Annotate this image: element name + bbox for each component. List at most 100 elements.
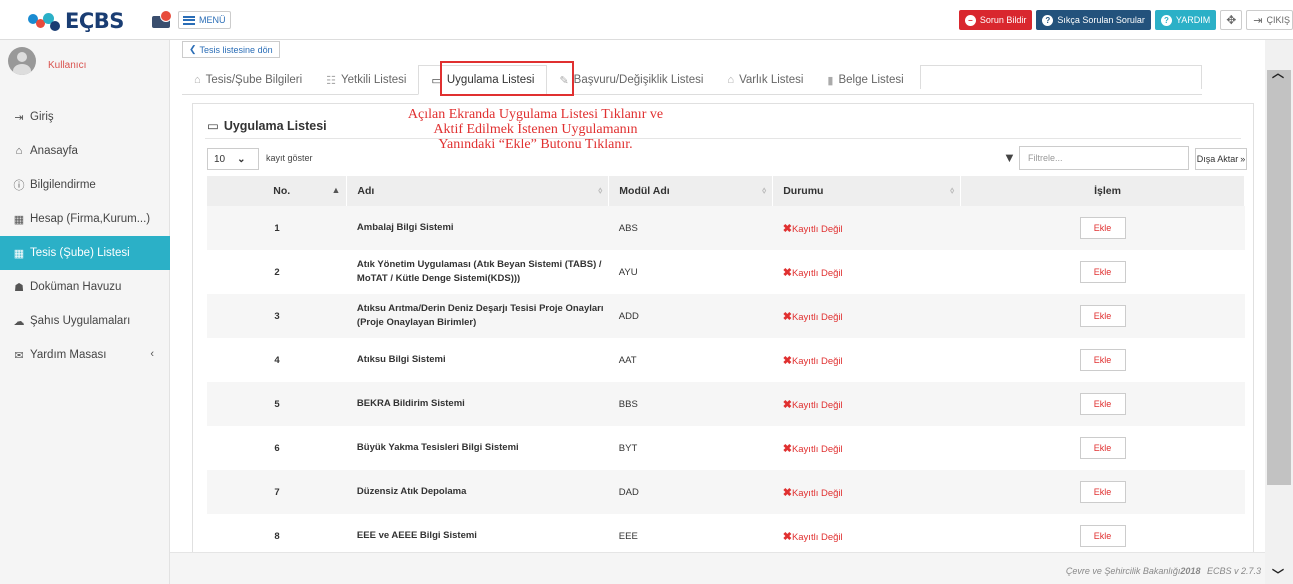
top-actions: − Sorun Bildir ? Sıkça Sorulan Sorular ?… bbox=[958, 10, 1293, 30]
status-text: Kayıtlı Değil bbox=[791, 311, 843, 323]
export-button[interactable]: Dışa Aktar » bbox=[1195, 148, 1247, 170]
notification-badge bbox=[160, 10, 172, 22]
laptop-icon: ▭ bbox=[207, 119, 219, 133]
column-header-module[interactable]: Modül Adı ⬨ bbox=[608, 176, 774, 206]
tab-belge-listesi[interactable]: ▮ Belge Listesi bbox=[815, 65, 915, 95]
row-module: ABS bbox=[608, 206, 773, 250]
menu-label: MENÜ bbox=[199, 15, 226, 25]
faq-button[interactable]: ? Sıkça Sorulan Sorular bbox=[1036, 10, 1151, 30]
chevron-left-icon: ‹ bbox=[150, 348, 154, 360]
status-text: Kayıtlı Değil bbox=[791, 443, 843, 455]
logo[interactable]: EÇBS bbox=[28, 9, 124, 33]
home-icon: ⌂ bbox=[15, 145, 23, 157]
row-status: ✖Kayıtlı Değil bbox=[773, 250, 961, 294]
row-name: Büyük Yakma Tesisleri Bilgi Sistemi bbox=[356, 442, 519, 453]
sort-asc-icon: ▲ bbox=[331, 185, 341, 195]
sidebar-item-dokuman-havuzu[interactable]: ☗ Doküman Havuzu bbox=[0, 270, 170, 304]
users-icon: ☷ bbox=[326, 74, 337, 87]
add-button[interactable]: Ekle bbox=[1079, 437, 1126, 459]
sidebar-item-label: Şahıs Uygulamaları bbox=[30, 315, 131, 327]
sidebar-item-yardim-masasi[interactable]: ✉ Yardım Masası ‹ bbox=[0, 338, 170, 372]
x-icon: ✖ bbox=[782, 266, 792, 279]
annotation-line: Yanındaki “Ekle” Butonu Tıklanır. bbox=[438, 137, 633, 152]
divider bbox=[205, 138, 1241, 139]
tab-highlight-box bbox=[440, 61, 574, 96]
tab-varlik-listesi[interactable]: ⌂ Varlık Listesi bbox=[715, 65, 815, 95]
sidebar-item-bilgilendirme[interactable]: ⓘ Bilgilendirme bbox=[0, 168, 170, 202]
sidebar-item-label: Tesis (Şube) Listesi bbox=[30, 247, 130, 259]
x-icon: ✖ bbox=[782, 486, 792, 499]
menu-button[interactable]: MENÜ bbox=[178, 11, 231, 29]
login-icon: ⇥ bbox=[14, 111, 24, 124]
column-header-name[interactable]: Adı ⬨ bbox=[346, 176, 610, 206]
report-issue-button[interactable]: − Sorun Bildir bbox=[958, 10, 1033, 30]
sidebar-item-label: Giriş bbox=[30, 111, 54, 123]
page-length-select[interactable]: 10 ⌄ bbox=[207, 148, 259, 170]
row-number: 2 bbox=[274, 266, 280, 278]
add-button[interactable]: Ekle bbox=[1079, 305, 1126, 327]
annotation-line: Açılan Ekranda Uygulama Listesi Tıklanır… bbox=[407, 107, 664, 122]
sidebar-item-tesis-listesi[interactable]: ▦ Tesis (Şube) Listesi bbox=[0, 236, 170, 270]
x-icon: ✖ bbox=[782, 354, 792, 367]
column-header-label: Durumu bbox=[783, 185, 824, 197]
tab-label: Belge Listesi bbox=[838, 74, 904, 86]
column-header-no[interactable]: No. ▲ bbox=[207, 176, 348, 206]
x-icon: ✖ bbox=[782, 222, 792, 235]
messages-button[interactable] bbox=[152, 10, 174, 30]
users-icon: ☗ bbox=[14, 281, 24, 294]
sidebar-item-label: Anasayfa bbox=[30, 145, 78, 157]
back-label: Tesis listesine dön bbox=[199, 44, 273, 55]
filter-input[interactable]: Filtrele... bbox=[1019, 146, 1189, 170]
sidebar-item-anasayfa[interactable]: ⌂ Anasayfa bbox=[0, 134, 170, 168]
sidebar-item-label: Doküman Havuzu bbox=[30, 281, 122, 293]
chevron-up-icon[interactable]: ︿ bbox=[1269, 64, 1287, 80]
chevron-down-icon[interactable]: ﹀ bbox=[1269, 566, 1287, 582]
top-bar: EÇBS MENÜ − Sorun Bildir ? Sıkça Sorulan… bbox=[0, 0, 1293, 40]
add-button[interactable]: Ekle bbox=[1079, 261, 1126, 283]
tab-tesis-bilgileri[interactable]: ⌂ Tesis/Şube Bilgileri bbox=[182, 65, 314, 95]
row-name: Atık Yönetim Uygulaması (Atık Beyan Sist… bbox=[356, 259, 602, 284]
tab-yetkili-listesi[interactable]: ☷ Yetkili Listesi bbox=[314, 65, 418, 95]
add-button[interactable]: Ekle bbox=[1079, 393, 1126, 415]
status-text: Kayıtlı Değil bbox=[791, 355, 843, 367]
sort-icon: ⬨ bbox=[762, 185, 767, 195]
back-to-list-button[interactable]: ❮ Tesis listesine dön bbox=[182, 41, 280, 58]
status-text: Kayıtlı Değil bbox=[791, 487, 843, 499]
status-text: Kayıtlı Değil bbox=[791, 531, 843, 543]
tab-label: Yetkili Listesi bbox=[341, 74, 407, 86]
logout-button[interactable]: ⇥ ÇIKIŞ bbox=[1246, 10, 1293, 30]
fullscreen-button[interactable]: ✥ bbox=[1220, 10, 1243, 30]
envelope-icon: ✉ bbox=[14, 349, 24, 362]
panel-title-text: Uygulama Listesi bbox=[223, 118, 327, 133]
sidebar-item-giris[interactable]: ⇥ Giriş bbox=[0, 100, 170, 134]
filter-icon: ▼ bbox=[1003, 150, 1016, 165]
x-icon: ✖ bbox=[782, 530, 792, 543]
x-icon: ✖ bbox=[782, 310, 792, 323]
add-button[interactable]: Ekle bbox=[1079, 481, 1126, 503]
page-scrollbar[interactable]: ︿ ﹀ bbox=[1265, 40, 1293, 584]
column-header-status[interactable]: Durumu ⬨ bbox=[772, 176, 962, 206]
add-button[interactable]: Ekle bbox=[1079, 217, 1126, 239]
scrollbar-thumb[interactable] bbox=[1267, 70, 1291, 485]
add-button[interactable]: Ekle bbox=[1079, 525, 1126, 547]
sidebar-item-hesap[interactable]: ▦ Hesap (Firma,Kurum...) bbox=[0, 202, 170, 236]
add-button[interactable]: Ekle bbox=[1079, 349, 1126, 371]
sidebar-item-label: Hesap (Firma,Kurum...) bbox=[30, 213, 151, 225]
page-length-label: kayıt göster bbox=[266, 153, 313, 163]
export-label: Dışa Aktar bbox=[1196, 154, 1239, 164]
sidebar: Kullanıcı ⇥ Giriş ⌂ Anasayfa ⓘ Bilgilend… bbox=[0, 40, 170, 584]
sidebar-item-sahis-uygulamalari[interactable]: ☁ Şahıs Uygulamaları bbox=[0, 304, 170, 338]
home-icon: ⌂ bbox=[194, 74, 201, 86]
help-button[interactable]: ? YARDIM bbox=[1154, 10, 1217, 30]
info-icon: ⓘ bbox=[13, 180, 25, 192]
row-status: ✖Kayıtlı Değil bbox=[773, 426, 961, 470]
row-action: Ekle bbox=[960, 206, 1245, 250]
table-row: 4 Atıksu Bilgi Sistemi AAT ✖Kayıtlı Deği… bbox=[207, 338, 1245, 382]
user-profile[interactable]: Kullanıcı bbox=[8, 46, 86, 76]
table-row: 6 Büyük Yakma Tesisleri Bilgi Sistemi BY… bbox=[207, 426, 1245, 470]
row-name: Atıksu Bilgi Sistemi bbox=[356, 354, 446, 365]
footer-year: 2018 bbox=[1180, 566, 1201, 576]
row-action: Ekle bbox=[960, 382, 1245, 426]
table-row: 3 Atıksu Arıtma/Derin Deniz Deşarjı Tesi… bbox=[207, 294, 1245, 338]
footer: Çevre ve Şehircilik Bakanlığı2018 ECBS v… bbox=[170, 552, 1265, 584]
